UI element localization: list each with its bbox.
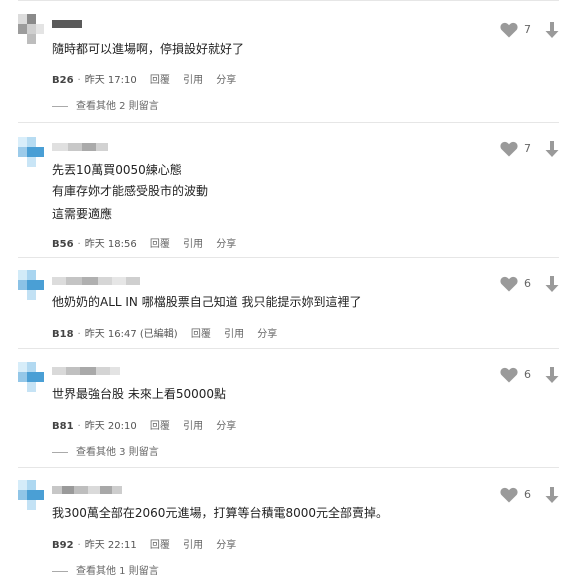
quote-button[interactable]: 引用 xyxy=(183,417,203,432)
comment-item: 隨時都可以進場啊，停損設好就好了 B26 · 昨天 17:10 回覆 引用 分享 查… xyxy=(0,0,577,122)
comment-time: 昨天 17:10 xyxy=(84,75,137,86)
reply-button[interactable]: 回覆 xyxy=(150,536,170,551)
comment-item: 他奶奶的ALL IN 哪檔股票自己知道 我只能提示妳到這裡了 B18 · 昨天 16… xyxy=(0,258,577,347)
quote-button[interactable]: 引用 xyxy=(183,71,203,86)
comment-meta: B81 · 昨天 20:10 回覆 引用 分享 xyxy=(52,417,236,432)
comment-meta: B26 · 昨天 17:10 回覆 引用 分享 xyxy=(52,71,236,86)
floor-number[interactable]: B18 xyxy=(52,329,74,340)
quote-button[interactable]: 引用 xyxy=(224,325,244,340)
comment-item: 我300萬全部在2060元進場，打算等台積電8000元全部賣掉。 B92 · 昨天 … xyxy=(0,468,577,582)
avatar[interactable] xyxy=(18,14,44,44)
floor-number[interactable]: B81 xyxy=(52,421,74,432)
like-count: 6 xyxy=(524,277,531,290)
more-dash xyxy=(52,570,68,572)
comment-text: 隨時都可以進場啊，停損設好就好了 xyxy=(52,42,245,56)
comment-text: 這需要適應 xyxy=(52,207,113,221)
comment-meta: B18 · 昨天 16:47 (已編輯) 回覆 引用 分享 xyxy=(52,325,277,340)
comment-time: 昨天 20:10 xyxy=(84,421,137,432)
arrow-down-icon xyxy=(545,276,559,292)
more-dash xyxy=(52,451,68,453)
arrow-down-icon xyxy=(545,141,559,157)
comment-time: 昨天 18:56 xyxy=(84,239,137,250)
comment-time: 昨天 16:47 (已編輯) xyxy=(84,329,178,340)
share-button[interactable]: 分享 xyxy=(257,325,277,340)
arrow-down-icon xyxy=(545,367,559,383)
view-more-replies[interactable]: 查看其他 3 則留言 xyxy=(52,443,159,458)
meta-dot: · xyxy=(77,329,81,340)
dislike-button[interactable] xyxy=(545,487,559,507)
avatar[interactable] xyxy=(18,362,44,392)
comment-meta: B92 · 昨天 22:11 回覆 引用 分享 xyxy=(52,536,236,551)
dislike-button[interactable] xyxy=(545,141,559,161)
heart-icon xyxy=(500,276,518,292)
avatar[interactable] xyxy=(18,480,44,510)
quote-button[interactable]: 引用 xyxy=(183,536,203,551)
reply-button[interactable]: 回覆 xyxy=(150,71,170,86)
like-count: 7 xyxy=(524,142,531,155)
like-count: 6 xyxy=(524,488,531,501)
share-button[interactable]: 分享 xyxy=(216,536,236,551)
dislike-button[interactable] xyxy=(545,276,559,296)
meta-dot: · xyxy=(77,540,81,551)
reply-button[interactable]: 回覆 xyxy=(150,417,170,432)
like-count: 6 xyxy=(524,368,531,381)
avatar[interactable] xyxy=(18,137,44,167)
comment-item: 先丟10萬買0050練心態 有庫存妳才能感受股市的波動 這需要適應 B56 · 昨天… xyxy=(0,123,577,256)
like-count: 7 xyxy=(524,23,531,36)
dislike-button[interactable] xyxy=(545,22,559,42)
more-replies-label: 查看其他 1 則留言 xyxy=(76,566,159,577)
heart-icon xyxy=(500,487,518,503)
meta-dot: · xyxy=(77,421,81,432)
more-replies-label: 查看其他 3 則留言 xyxy=(76,447,159,458)
view-more-replies[interactable]: 查看其他 1 則留言 xyxy=(52,562,159,577)
comment-item: 世界最強台股 未來上看50000點 B81 · 昨天 20:10 回覆 引用 分享 … xyxy=(0,349,577,466)
heart-icon xyxy=(500,141,518,157)
view-more-replies[interactable]: 查看其他 2 則留言 xyxy=(52,97,159,112)
avatar[interactable] xyxy=(18,270,44,300)
floor-number[interactable]: B26 xyxy=(52,75,74,86)
more-replies-label: 查看其他 2 則留言 xyxy=(76,101,159,112)
arrow-down-icon xyxy=(545,22,559,38)
reply-button[interactable]: 回覆 xyxy=(150,235,170,250)
comment-text: 有庫存妳才能感受股市的波動 xyxy=(52,184,209,198)
meta-dot: · xyxy=(77,239,81,250)
heart-icon xyxy=(500,22,518,38)
reply-button[interactable]: 回覆 xyxy=(191,325,211,340)
comment-time: 昨天 22:11 xyxy=(84,540,137,551)
comment-text: 他奶奶的ALL IN 哪檔股票自己知道 我只能提示妳到這裡了 xyxy=(52,295,362,309)
share-button[interactable]: 分享 xyxy=(216,71,236,86)
share-button[interactable]: 分享 xyxy=(216,235,236,250)
comment-text: 世界最強台股 未來上看50000點 xyxy=(52,387,226,401)
quote-button[interactable]: 引用 xyxy=(183,235,203,250)
more-dash xyxy=(52,105,68,107)
comment-text: 先丟10萬買0050練心態 xyxy=(52,163,182,177)
comment-text: 我300萬全部在2060元進場，打算等台積電8000元全部賣掉。 xyxy=(52,506,388,520)
heart-icon xyxy=(500,367,518,383)
comment-meta: B56 · 昨天 18:56 回覆 引用 分享 xyxy=(52,235,236,250)
meta-dot: · xyxy=(77,75,81,86)
arrow-down-icon xyxy=(545,487,559,503)
share-button[interactable]: 分享 xyxy=(216,417,236,432)
dislike-button[interactable] xyxy=(545,367,559,387)
floor-number[interactable]: B92 xyxy=(52,540,74,551)
floor-number[interactable]: B56 xyxy=(52,239,74,250)
